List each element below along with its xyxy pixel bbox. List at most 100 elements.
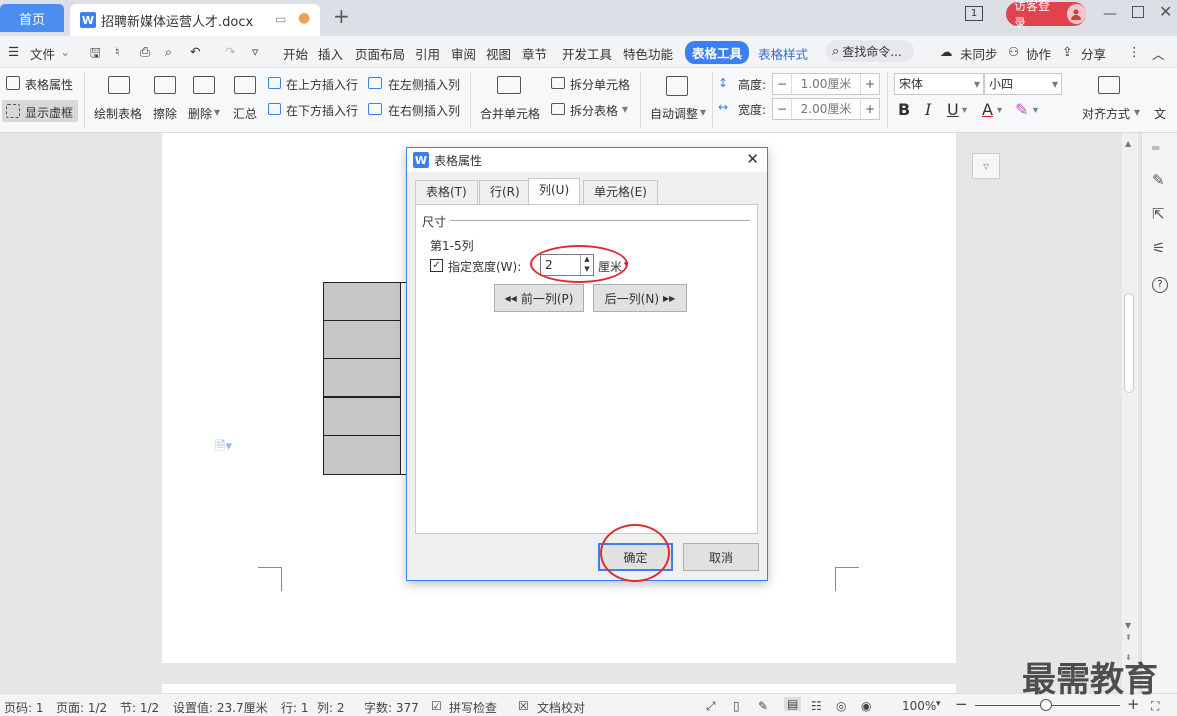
document-tab[interactable]: W 招聘新媒体运营人才.docx ▭ ●: [70, 4, 320, 36]
cloud-sync-icon[interactable]: ☁: [940, 44, 953, 59]
specify-width-checkbox[interactable]: ✓: [430, 259, 443, 272]
page-indicator-icon[interactable]: 1: [965, 6, 983, 21]
share-button[interactable]: 分享: [1081, 44, 1106, 63]
menu-chapter[interactable]: 章节: [522, 44, 547, 63]
prev-column-button[interactable]: ◀◀ 前一列(P): [494, 284, 584, 312]
status-pages[interactable]: 页面: 1/2: [56, 699, 107, 716]
table-cell[interactable]: [323, 397, 401, 436]
prev-page-icon[interactable]: ⇞: [1125, 633, 1132, 642]
proofread-button[interactable]: 文档校对: [537, 699, 585, 716]
pen-icon[interactable]: ✎: [1152, 171, 1165, 189]
close-window-icon[interactable]: ✕: [1159, 2, 1172, 21]
width-input[interactable]: 2 ▲ ▼: [540, 254, 594, 276]
new-tab-icon[interactable]: +: [333, 4, 350, 28]
delete-dropdown-icon[interactable]: ▾: [214, 105, 220, 119]
fit-page-icon[interactable]: ⛶: [1151, 699, 1159, 714]
insert-col-right-button[interactable]: 在右侧插入列: [388, 102, 460, 119]
ok-button[interactable]: 确定: [598, 543, 673, 571]
menu-table-style[interactable]: 表格样式: [758, 44, 808, 63]
italic-icon[interactable]: I: [925, 100, 931, 119]
menu-reference[interactable]: 引用: [415, 44, 440, 63]
insert-row-below-button[interactable]: 在下方插入行: [286, 102, 358, 119]
draw-table-button[interactable]: 绘制表格: [94, 105, 142, 122]
collaborate-icon[interactable]: ⚇: [1008, 44, 1019, 59]
tab-row[interactable]: 行(R): [479, 180, 531, 204]
guest-login-button[interactable]: 访客登录: [1006, 0, 1086, 30]
width-value[interactable]: 2.00厘米: [791, 99, 861, 119]
height-value[interactable]: 1.00厘米: [791, 74, 861, 94]
tab-table[interactable]: 表格(T): [415, 180, 478, 204]
menu-page-layout[interactable]: 页面布局: [355, 44, 405, 63]
share-icon[interactable]: ⇪: [1062, 44, 1072, 59]
tab-column[interactable]: 列(U): [528, 178, 581, 205]
monitor-icon[interactable]: ▭: [275, 12, 286, 26]
insert-col-left-button[interactable]: 在左侧插入列: [388, 76, 460, 93]
minimize-icon[interactable]: —: [1103, 6, 1117, 22]
height-stepper[interactable]: − 1.00厘米 +: [772, 73, 880, 95]
hamburger-icon[interactable]: ☰: [8, 44, 19, 59]
zoom-level[interactable]: 100%: [902, 699, 936, 713]
split-table-button[interactable]: 拆分表格: [570, 102, 618, 119]
split-cells-button[interactable]: 拆分单元格: [570, 76, 630, 93]
table-cell[interactable]: [323, 282, 401, 321]
print-icon[interactable]: ⎙: [140, 44, 150, 60]
menu-review[interactable]: 审阅: [451, 44, 476, 63]
bold-icon[interactable]: B: [898, 100, 910, 119]
eye-protect-icon[interactable]: ◉: [861, 699, 871, 713]
font-color-icon[interactable]: A: [982, 100, 993, 119]
font-name-select[interactable]: 宋体 ▾: [894, 73, 984, 95]
maximize-icon[interactable]: [1132, 6, 1144, 18]
underline-icon[interactable]: U: [947, 100, 959, 119]
settings-sliders-icon[interactable]: ⚟: [1152, 239, 1165, 257]
font-color-dropdown-icon[interactable]: ▾: [997, 105, 1002, 116]
filter-icon[interactable]: ▿: [972, 153, 1000, 179]
menu-table-tools[interactable]: 表格工具: [685, 41, 750, 64]
menu-features[interactable]: 特色功能: [623, 44, 673, 63]
highlight-dropdown-icon[interactable]: ▾: [1033, 105, 1038, 116]
page-view-icon[interactable]: ▤: [784, 697, 802, 711]
scroll-up-icon[interactable]: ▲: [1125, 139, 1131, 148]
status-words[interactable]: 字数: 377: [364, 699, 419, 716]
cancel-button[interactable]: 取消: [683, 543, 759, 571]
menu-developer[interactable]: 开发工具: [562, 44, 612, 63]
tab-cell[interactable]: 单元格(E): [583, 180, 658, 204]
redo-icon[interactable]: ↷: [225, 44, 235, 59]
edit-mode-icon[interactable]: ✎: [758, 699, 768, 713]
table-cell[interactable]: [323, 320, 401, 359]
next-column-button[interactable]: 后一列(N) ▶▶: [593, 284, 687, 312]
table-cell[interactable]: [323, 435, 401, 475]
help-icon[interactable]: ?: [1152, 277, 1168, 293]
scroll-thumb[interactable]: [1124, 293, 1134, 393]
table-cell[interactable]: [323, 358, 401, 397]
spellcheck-button[interactable]: 拼写检查: [449, 699, 497, 716]
menu-start[interactable]: 开始: [283, 44, 308, 63]
increment-icon[interactable]: +: [861, 77, 879, 91]
sync-status[interactable]: 未同步: [960, 44, 998, 63]
zoom-dropdown-icon[interactable]: ▾: [936, 699, 941, 709]
spin-up-icon[interactable]: ▲: [580, 255, 593, 265]
cursor-icon[interactable]: ⇱: [1152, 205, 1165, 223]
decrement-icon[interactable]: −: [773, 77, 791, 91]
unit-select[interactable]: 厘米: [598, 258, 622, 275]
text-direction-button[interactable]: 文: [1154, 105, 1166, 122]
insert-row-above-button[interactable]: 在上方插入行: [286, 76, 358, 93]
increment-icon[interactable]: +: [861, 102, 879, 116]
erase-button[interactable]: 擦除: [153, 105, 177, 122]
undo-icon[interactable]: ↶: [190, 44, 200, 59]
vertical-scrollbar[interactable]: ▲ ▼ ⇞ ⇟: [1122, 133, 1138, 693]
web-view-icon[interactable]: ◎: [836, 699, 846, 713]
scroll-down-icon[interactable]: ▼: [1125, 621, 1131, 630]
rail-menu-icon[interactable]: ═: [1152, 141, 1159, 155]
decrement-icon[interactable]: −: [773, 102, 791, 116]
align-dropdown-icon[interactable]: ▾: [1134, 105, 1140, 119]
format-painter-icon[interactable]: ♮: [115, 44, 119, 59]
collapse-ribbon-icon[interactable]: ︿: [1152, 44, 1165, 63]
font-size-select[interactable]: 小四 ▾: [984, 73, 1062, 95]
highlight-icon[interactable]: ✎: [1015, 100, 1028, 119]
more-icon[interactable]: ⋮: [1128, 44, 1141, 59]
preview-icon[interactable]: ⌕: [165, 44, 172, 60]
merge-cells-button[interactable]: 合并单元格: [480, 105, 540, 122]
quick-access-dropdown-icon[interactable]: ▿: [252, 44, 258, 59]
paragraph-options-icon[interactable]: 🗎▾: [215, 437, 232, 459]
menu-view[interactable]: 视图: [486, 44, 511, 63]
